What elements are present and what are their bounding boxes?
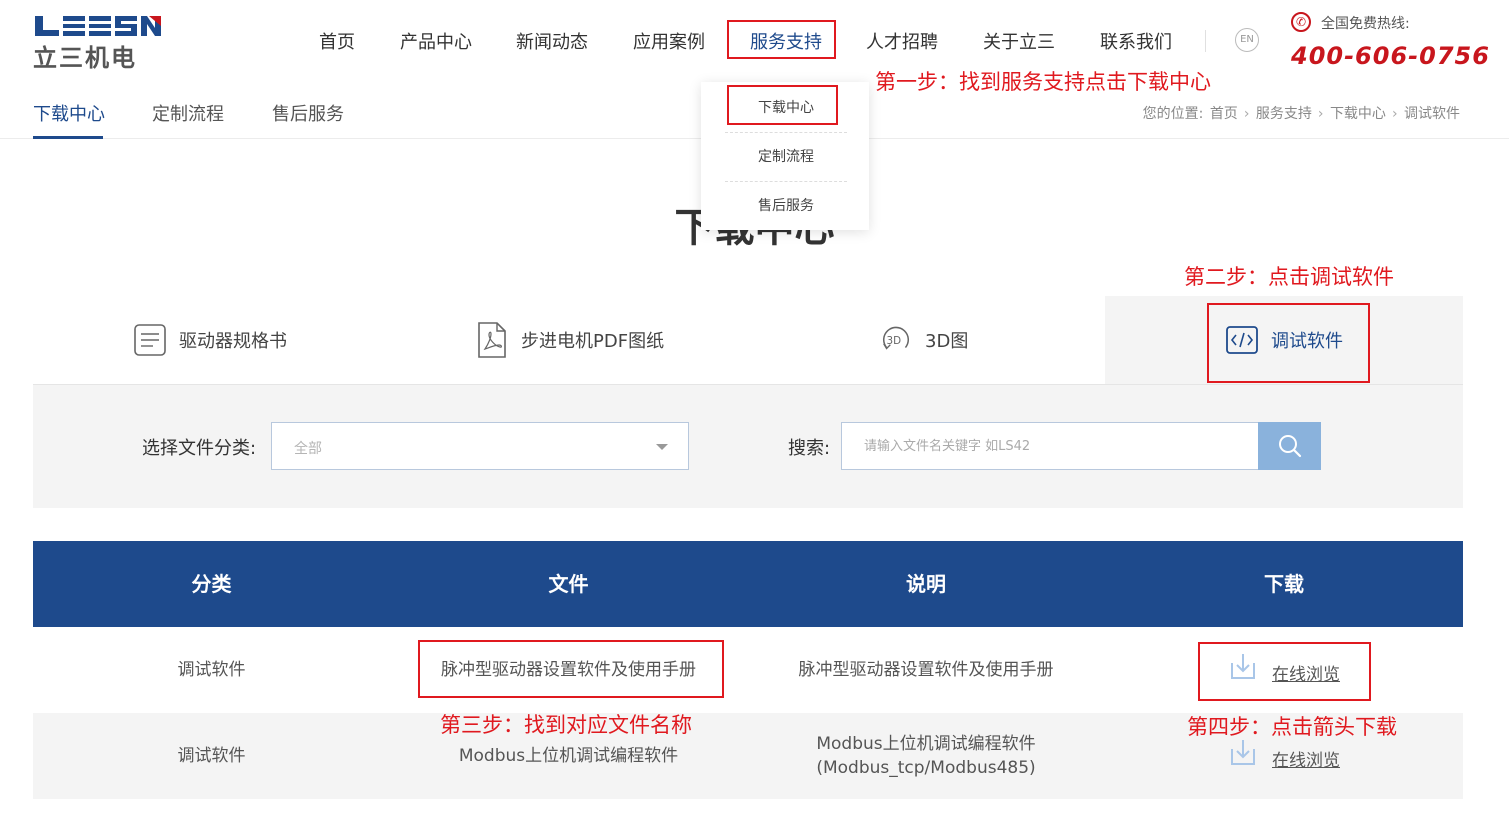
view-online-link[interactable]: 在线浏览 [1272, 749, 1340, 773]
tab-driver-spec[interactable]: 驱动器规格书 [133, 296, 287, 384]
language-en-icon[interactable]: EN [1235, 28, 1259, 52]
description-line: Modbus上位机调试编程软件 [816, 734, 1036, 754]
description-line: (Modbus_tcp/Modbus485) [816, 758, 1036, 778]
annotation-box-debug-tab [1207, 303, 1370, 383]
logo-mark [35, 16, 161, 36]
annotation-step3: 第三步：找到对应文件名称 [440, 713, 692, 737]
subnav-active-indicator [33, 136, 103, 139]
caret-down-icon [656, 444, 668, 450]
breadcrumb-label: 您的位置: [1142, 106, 1204, 122]
hotline-number: 400-606-0756 [1291, 42, 1490, 70]
dropdown-item-after-sales[interactable]: 售后服务 [725, 182, 847, 230]
tab-3d-drawing[interactable]: 3D 3D图 [879, 296, 968, 384]
logo[interactable]: 立三机电 [33, 14, 163, 72]
search-button[interactable] [1258, 422, 1321, 470]
search-input[interactable] [841, 422, 1259, 470]
nav-contact[interactable]: 联系我们 [1100, 28, 1172, 54]
column-header-download: 下载 [1264, 572, 1304, 596]
nav-home[interactable]: 首页 [319, 28, 355, 54]
download-arrow-icon [1231, 740, 1255, 765]
breadcrumb-home[interactable]: 首页 [1210, 106, 1238, 122]
tab-label: 驱动器规格书 [179, 331, 287, 352]
annotation-step2: 第二步：点击调试软件 [1184, 265, 1394, 289]
nav-divider [1205, 30, 1206, 52]
cell-description: 脉冲型驱动器设置软件及使用手册 [798, 660, 1054, 680]
column-header-description: 说明 [906, 572, 946, 596]
pdf-file-icon [475, 322, 509, 358]
annotation-step1: 第一步：找到服务支持点击下载中心 [875, 70, 1211, 94]
category-filter-label: 选择文件分类: [142, 438, 257, 459]
column-header-file: 文件 [548, 572, 589, 596]
column-header-category: 分类 [191, 572, 232, 596]
search-icon [1278, 435, 1301, 458]
annotation-box-download [1198, 642, 1371, 701]
cell-category: 调试软件 [177, 746, 246, 766]
subnav-download-center[interactable]: 下载中心 [33, 100, 105, 126]
breadcrumb-service[interactable]: 服务支持 [1256, 106, 1312, 122]
dropdown-item-custom-process[interactable]: 定制流程 [725, 133, 847, 181]
nav-cases[interactable]: 应用案例 [633, 28, 705, 54]
nav-about[interactable]: 关于立三 [983, 28, 1055, 54]
download-link[interactable]: 在线浏览 [1228, 739, 1340, 773]
annotation-box-service-nav [727, 20, 836, 59]
cell-category: 调试软件 [177, 660, 246, 680]
svg-text:3D: 3D [887, 335, 902, 347]
tab-label: 步进电机PDF图纸 [521, 331, 665, 352]
breadcrumb: 您的位置: 首页 › 服务支持 › 下载中心 › 调试软件 [1143, 103, 1462, 123]
filter-panel: 选择文件分类: 全部 搜索: [33, 385, 1463, 508]
annotation-step4: 第四步：点击箭头下载 [1187, 715, 1397, 739]
category-select[interactable]: 全部 [271, 422, 689, 470]
breadcrumb-current: 调试软件 [1404, 106, 1460, 122]
3d-rotate-icon: 3D [879, 323, 913, 357]
subnav-after-sales[interactable]: 售后服务 [272, 100, 344, 126]
subnav-custom-process[interactable]: 定制流程 [152, 100, 224, 126]
cell-description: Modbus上位机调试编程软件 (Modbus_tcp/Modbus485) [747, 713, 1105, 799]
nav-news[interactable]: 新闻动态 [516, 28, 588, 54]
tab-label: 3D图 [925, 331, 969, 352]
nav-products[interactable]: 产品中心 [400, 28, 472, 54]
tab-stepper-pdf[interactable]: 步进电机PDF图纸 [475, 296, 664, 384]
category-select-value: 全部 [294, 441, 322, 457]
breadcrumb-download[interactable]: 下载中心 [1330, 106, 1386, 122]
table-header: 分类 文件 说明 下载 [33, 541, 1463, 627]
phone-icon: ✆ [1291, 12, 1311, 32]
search-label: 搜索: [788, 438, 831, 459]
chevron-right-icon: › [1317, 106, 1324, 122]
hotline-label: 全国免费热线: [1321, 16, 1410, 32]
chevron-right-icon: › [1391, 106, 1398, 122]
document-lines-icon [133, 323, 167, 357]
logo-cn-text: 立三机电 [33, 44, 137, 72]
chevron-right-icon: › [1243, 106, 1250, 122]
annotation-box-download-center [727, 85, 838, 125]
annotation-box-file-name [418, 640, 724, 698]
nav-careers[interactable]: 人才招聘 [866, 28, 938, 54]
